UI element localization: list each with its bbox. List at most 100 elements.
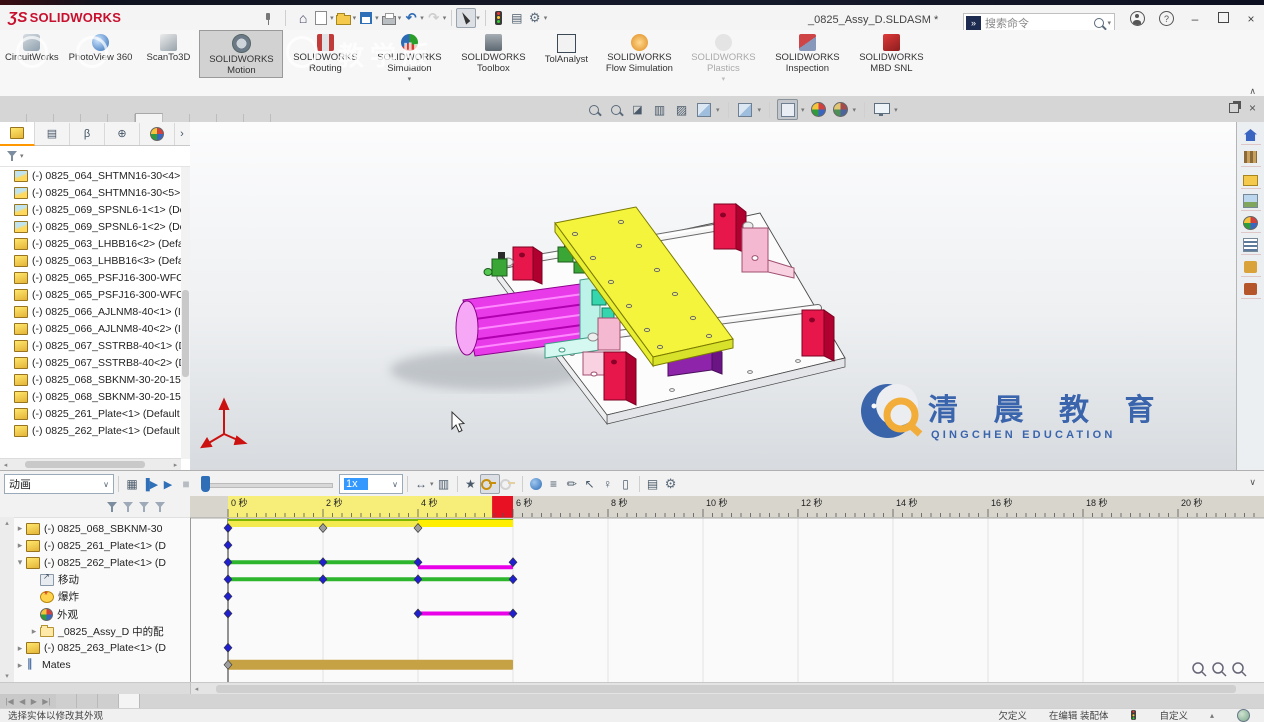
expand-arrow-icon[interactable]: ▸	[14, 643, 26, 654]
select-tool-button[interactable]	[456, 7, 477, 28]
feature-tree-item[interactable]: (-) 0825_066_AJLNM8-40<1> (I	[0, 303, 181, 320]
open-button[interactable]	[335, 9, 353, 27]
ribbon-tab[interactable]	[190, 114, 217, 122]
feature-tree-item[interactable]: (-) 0825_065_PSFJ16-300-WFC1	[0, 286, 181, 303]
timeline-key[interactable]	[223, 574, 233, 585]
motor-button[interactable]	[527, 475, 545, 493]
pillow-block-front-left[interactable]	[603, 351, 637, 406]
appearance-sphere-icon[interactable]	[831, 100, 850, 119]
ribbon-tab[interactable]	[0, 114, 27, 122]
apply-scene-icon[interactable]	[694, 100, 713, 119]
menu-item[interactable]	[165, 15, 183, 21]
zoom-fit-icon[interactable]	[584, 100, 603, 119]
motion-tree-item[interactable]: ▸ (-) 0825_263_Plate<1> (D	[14, 640, 190, 657]
motion-tree-item[interactable]: ▸ _0825_Assy_D 中的配	[14, 623, 190, 640]
pink-bracket-right[interactable]	[741, 227, 795, 279]
addin-button[interactable]: SOLIDWORKS Toolbox ▾	[451, 30, 535, 76]
expand-arrow-icon[interactable]: ▸	[14, 523, 26, 534]
motion-tree-item[interactable]: ▸ Mates	[14, 657, 190, 674]
section-view-icon[interactable]: ◪	[628, 100, 647, 119]
motion-tree-item[interactable]: 外观	[14, 605, 190, 622]
status-caret-icon[interactable]: ▴	[1210, 711, 1214, 720]
ribbon-tab[interactable]	[81, 114, 108, 122]
feature-tree-item[interactable]: (-) 0825_067_SSTRB8-40<2> (D	[0, 354, 181, 371]
save-animation-button[interactable]: ▥	[435, 475, 453, 493]
timeline-key[interactable]	[318, 557, 328, 568]
zoom-area-icon[interactable]	[606, 100, 625, 119]
tab-propertymanager[interactable]: ▤	[35, 122, 70, 145]
addin-button[interactable]: SOLIDWORKS Inspection ▾	[765, 30, 849, 76]
menu-item[interactable]	[219, 15, 237, 21]
playback-mode-button[interactable]: ↔	[412, 475, 430, 493]
feature-tree-item[interactable]: (-) 0825_064_SHTMN16-30<4>	[0, 167, 181, 184]
dynamic-annotation-icon[interactable]: ▥	[650, 100, 669, 119]
graphics-viewport[interactable]: 清 晨 教 育 QINGCHEN EDUCATION	[190, 122, 1237, 470]
autokey-button[interactable]	[479, 474, 500, 494]
addin-button[interactable]: SOLIDWORKS Plastics ▾	[681, 30, 765, 85]
pink-bracket-front-2[interactable]	[582, 351, 606, 377]
task-pane-icon[interactable]	[1240, 192, 1261, 211]
view-orientation-icon[interactable]	[736, 100, 755, 119]
calculate-button[interactable]: ▦	[123, 475, 141, 493]
close-pane-icon[interactable]: ×	[1249, 101, 1256, 115]
feature-tree-item[interactable]: (-) 0825_068_SBKNM-30-20-15	[0, 388, 181, 405]
filter-camera-icon[interactable]	[122, 501, 134, 513]
expand-arrow-icon[interactable]: ▾	[14, 557, 26, 568]
new-document-button[interactable]	[312, 9, 330, 27]
timeline-cursor-block[interactable]	[492, 496, 513, 518]
timeline-change-bar[interactable]	[418, 565, 513, 570]
user-account-icon[interactable]	[1130, 11, 1145, 26]
document-tab[interactable]	[119, 694, 140, 708]
tab-dimxpertmanager[interactable]: ⊕	[105, 122, 140, 145]
gravity-button[interactable]: ♀	[599, 475, 617, 493]
menu-item[interactable]	[201, 15, 219, 21]
feature-tree-item[interactable]: (-) 0825_262_Plate<1> (Default	[0, 422, 181, 439]
tab-nav-buttons[interactable]: |◀ ◀ ▶ ▶|	[0, 694, 56, 708]
ribbon-tab[interactable]	[163, 114, 190, 122]
task-pane-icon[interactable]	[1240, 148, 1261, 167]
motion-tree-scrollbar[interactable]: ▴ ▾	[0, 517, 14, 682]
ribbon-tab[interactable]	[217, 114, 244, 122]
timeline-key[interactable]	[223, 557, 233, 568]
undo-button[interactable]: ↶	[402, 9, 420, 27]
addin-button[interactable]: SOLIDWORKS Motion ▾	[199, 30, 284, 78]
options-button[interactable]: ⚙	[526, 9, 544, 27]
view-settings-icon[interactable]	[872, 100, 891, 119]
chevron-down-icon[interactable]: ▾	[408, 75, 412, 83]
panel-tabs-overflow[interactable]: ›	[175, 123, 189, 145]
motion-settings-button[interactable]: ⚙	[662, 475, 680, 493]
motion-tree-item[interactable]: ▾ (-) 0825_262_Plate<1> (D	[14, 554, 190, 571]
minimize-button[interactable]: –	[1188, 12, 1202, 26]
playback-speed-select[interactable]: 1x ∨	[339, 474, 403, 494]
save-button[interactable]	[357, 9, 375, 27]
maximize-button[interactable]	[1216, 11, 1230, 26]
timeline-key[interactable]	[223, 608, 233, 619]
display-style-icon[interactable]	[777, 99, 799, 120]
addin-button[interactable]: ScanTo3D ▾	[137, 30, 199, 66]
add-key-button[interactable]	[500, 475, 518, 493]
animation-wizard-button[interactable]: ★	[462, 475, 480, 493]
ribbon-tab[interactable]	[54, 114, 81, 122]
rebuild-button[interactable]	[490, 9, 508, 27]
menu-item[interactable]	[147, 15, 165, 21]
edit-appearance-icon[interactable]: ▨	[672, 100, 691, 119]
task-pane-icon[interactable]	[1240, 214, 1261, 233]
addin-button[interactable]: SOLIDWORKS MBD SNL ▾	[849, 30, 933, 76]
timeline-key[interactable]	[413, 574, 423, 585]
ribbon-tab[interactable]	[244, 114, 271, 122]
tree-horizontal-scrollbar[interactable]: ◂ ▸	[0, 458, 181, 470]
slider-thumb[interactable]	[201, 476, 210, 492]
timeline-key[interactable]	[223, 591, 233, 602]
timeline-change-bar[interactable]	[228, 659, 513, 670]
motion-tree-item[interactable]: 移动	[14, 571, 190, 588]
stop-button[interactable]: ■	[177, 475, 195, 493]
task-pane-icon[interactable]	[1240, 126, 1261, 145]
scrollbar-thumb[interactable]	[216, 685, 1236, 693]
zoom-fit-timeline-icon[interactable]	[1232, 662, 1244, 674]
pin-icon[interactable]	[261, 11, 275, 25]
document-tab[interactable]	[77, 694, 98, 708]
addin-button[interactable]: SOLIDWORKS Flow Simulation ▾	[597, 30, 681, 76]
filter-driving-icon[interactable]	[138, 501, 150, 513]
filter-animated-icon[interactable]	[106, 501, 118, 513]
timeline-change-bar[interactable]	[228, 577, 513, 582]
